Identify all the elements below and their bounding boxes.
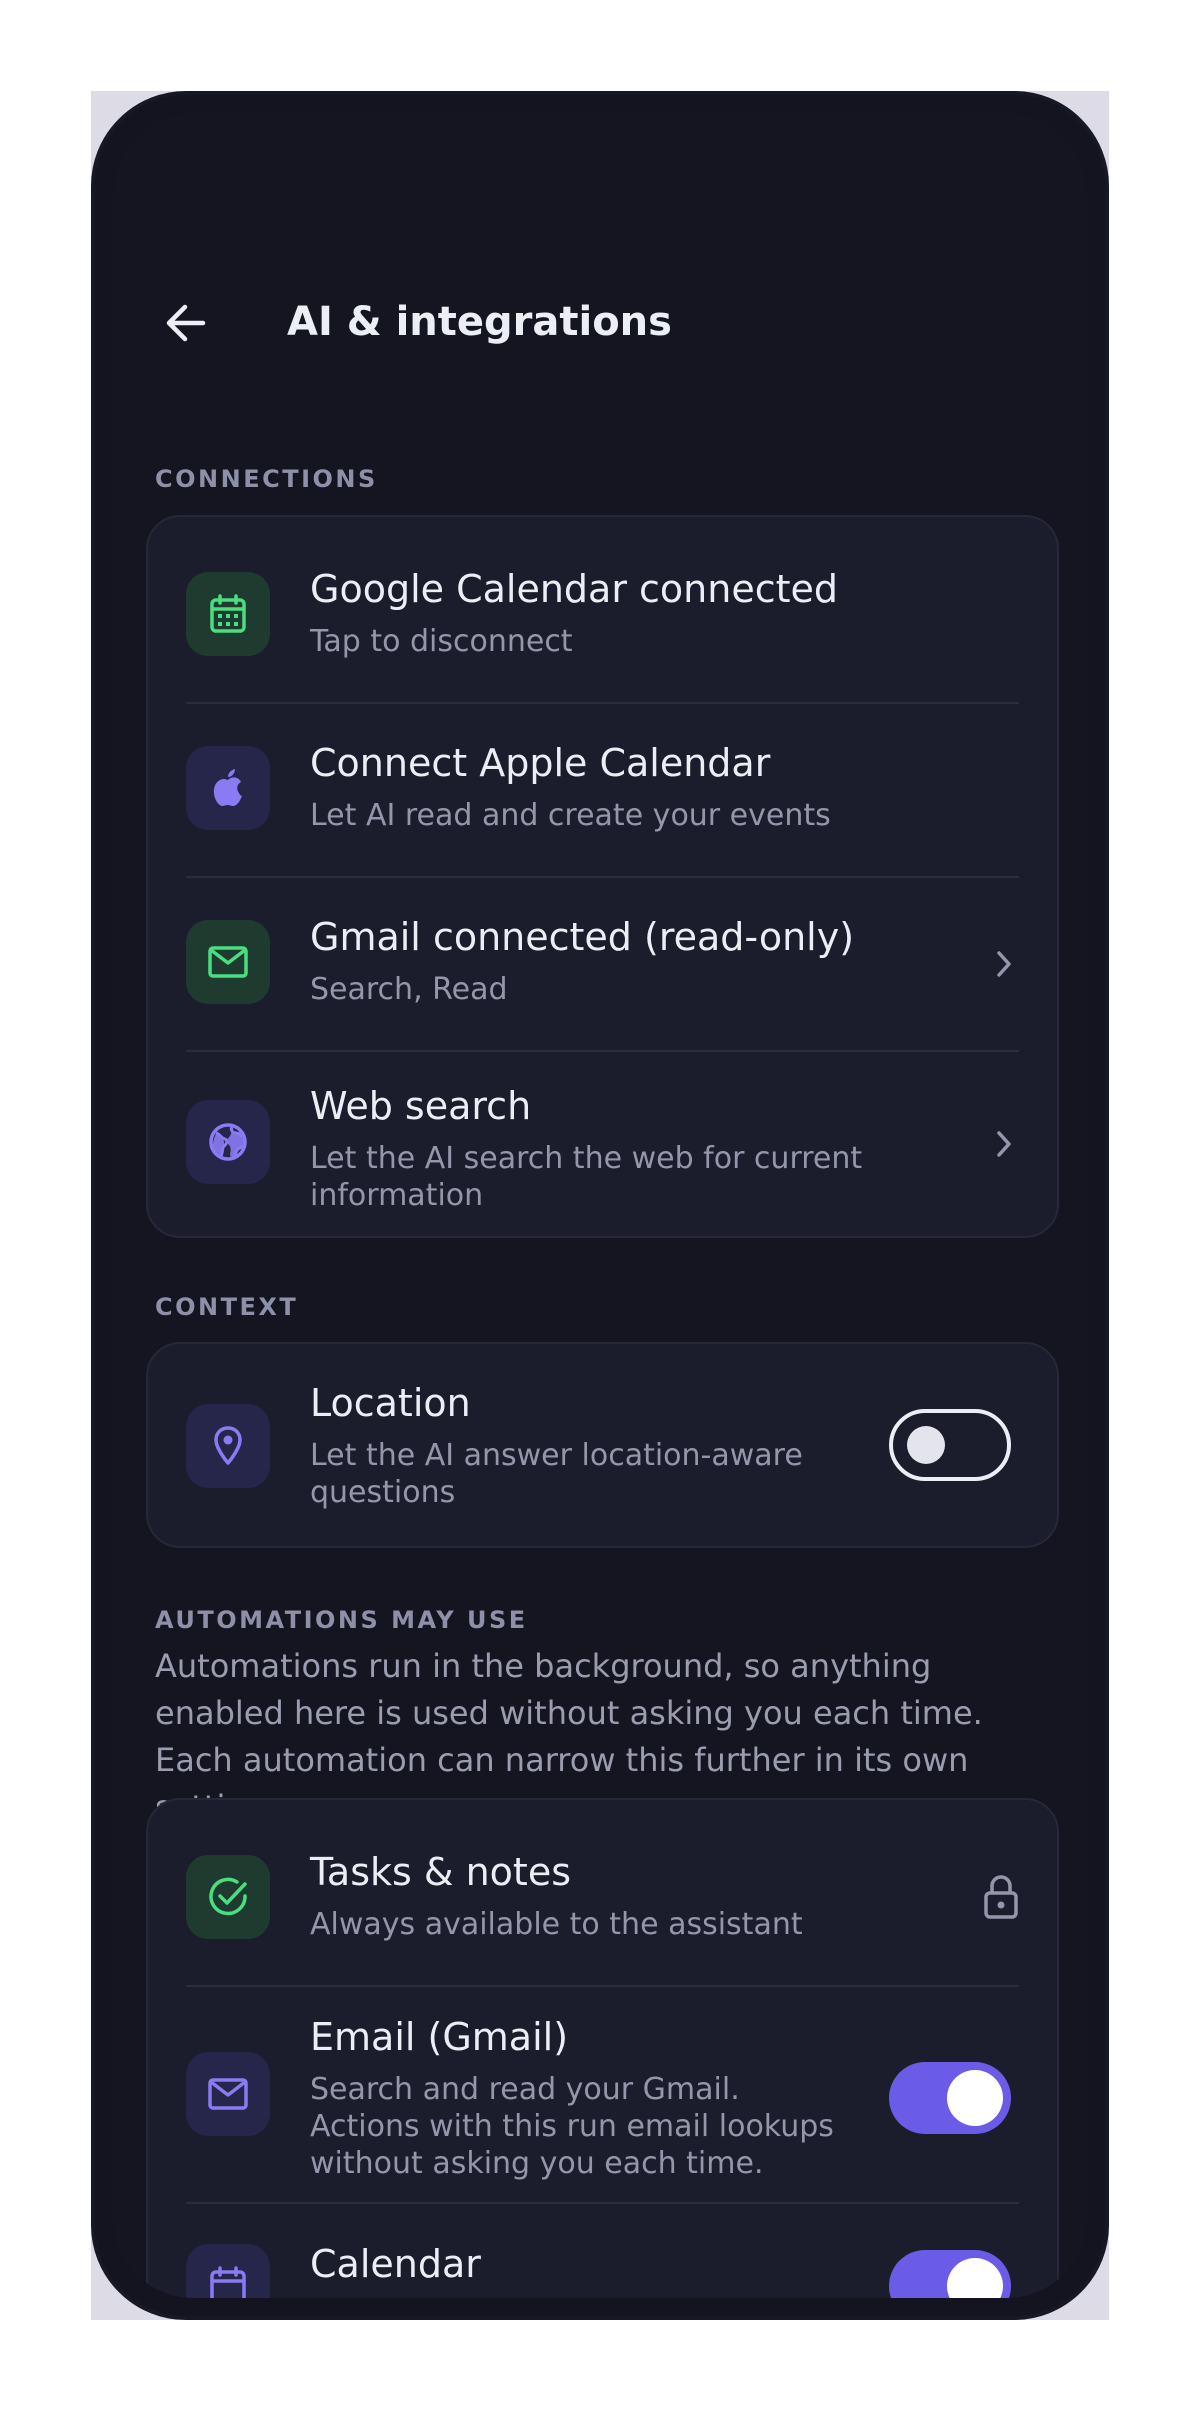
row-subtitle: Let AI read and create your events [310,798,831,833]
back-button[interactable] [155,293,215,353]
phone-frame: AI & integrations CONNECTIONS Google Cal… [91,91,1109,2320]
row-title: Web search [310,1084,532,1128]
location-pin-icon [186,1404,270,1488]
row-title: Google Calendar connected [310,567,839,611]
row-title: Location [310,1381,471,1425]
toggle-knob [947,2258,1003,2298]
row-title: Tasks & notes [310,1850,572,1894]
mail-icon [186,2052,270,2136]
apple-calendar-row[interactable]: Connect Apple Calendar Let AI read and c… [148,704,1057,876]
row-subtitle: Let the AI answer location-aware questio… [310,1438,803,1510]
email-toggle[interactable] [889,2062,1011,2134]
row-subtitle: Tap to disconnect [310,624,573,659]
google-calendar-row[interactable]: Google Calendar connected Tap to disconn… [148,517,1057,702]
section-label-automations: AUTOMATIONS MAY USE [155,1606,528,1634]
toggle-knob [947,2070,1003,2126]
row-title: Connect Apple Calendar [310,741,771,785]
globe-icon [186,1100,270,1184]
settings-screen: AI & integrations CONNECTIONS Google Cal… [113,113,1087,2298]
location-row: Location Let the AI answer location-awar… [148,1344,1057,1550]
page-title: AI & integrations [287,299,672,345]
row-title: Calendar [310,2242,481,2286]
row-title: Email (Gmail) [310,2015,569,2059]
section-label-context: CONTEXT [155,1293,299,1321]
row-title: Gmail connected (read-only) [310,915,855,959]
connections-card: Google Calendar connected Tap to disconn… [146,515,1059,1238]
web-search-row[interactable]: Web search Let the AI search the web for… [148,1052,1057,1238]
calendar-row: Calendar [148,2204,1057,2298]
row-subtitle: Search and read your Gmail. Actions with… [310,2072,834,2181]
section-label-connections: CONNECTIONS [155,465,378,493]
check-circle-icon [186,1855,270,1939]
gmail-row[interactable]: Gmail connected (read-only) Search, Read [148,878,1057,1050]
row-subtitle: Let the AI search the web for current in… [310,1141,863,1213]
calendar-icon [186,2244,270,2298]
chevron-right-icon [989,949,1019,979]
tasks-notes-row: Tasks & notes Always available to the as… [148,1800,1057,1985]
location-toggle[interactable] [889,1409,1011,1481]
toggle-knob [907,1426,945,1464]
lock-icon [981,1874,1021,1920]
chevron-right-icon [989,1129,1019,1159]
row-subtitle: Search, Read [310,972,508,1007]
automations-card: Tasks & notes Always available to the as… [146,1798,1059,2298]
email-gmail-row: Email (Gmail) Search and read your Gmail… [148,1987,1057,2202]
arrow-left-icon [166,304,206,342]
calendar-icon [186,572,270,656]
apple-icon [186,746,270,830]
context-card: Location Let the AI answer location-awar… [146,1342,1059,1548]
row-subtitle: Always available to the assistant [310,1907,803,1942]
calendar-toggle[interactable] [889,2250,1011,2298]
mail-icon [186,920,270,1004]
